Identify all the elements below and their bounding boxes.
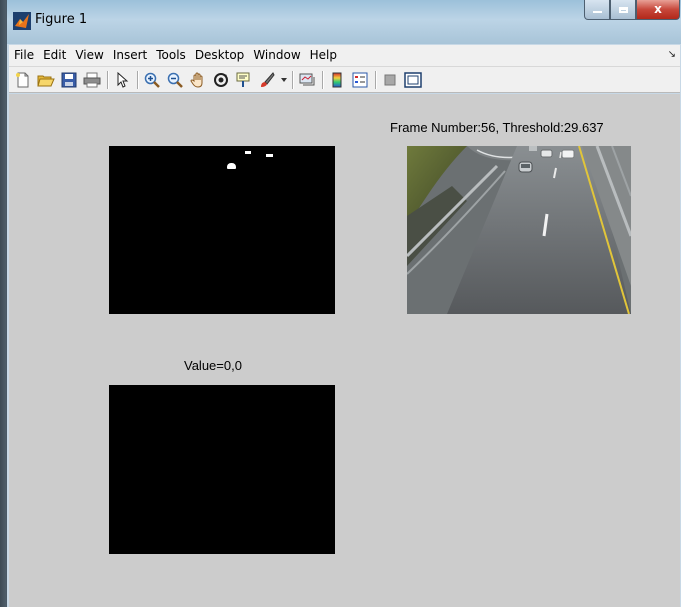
axes-frame-title: Frame Number:56, Threshold:29.637 bbox=[390, 120, 604, 135]
matlab-icon bbox=[13, 12, 31, 30]
minimize-icon bbox=[592, 11, 602, 13]
toolbar-separator bbox=[375, 70, 376, 89]
figure-canvas[interactable]: Frame Number:56, Threshold:29.637 Value=… bbox=[9, 94, 680, 607]
toolbar-separator bbox=[292, 70, 293, 89]
toolbar-separator bbox=[107, 70, 108, 89]
show-plot-tools-icon[interactable] bbox=[403, 70, 423, 90]
figure-window: Figure 1 x File Edit View Insert Tools D… bbox=[6, 0, 681, 607]
title-bar[interactable]: Figure 1 x bbox=[7, 0, 681, 44]
pan-hand-icon[interactable] bbox=[188, 70, 208, 90]
toolbar-separator bbox=[322, 70, 323, 89]
zoom-in-icon[interactable] bbox=[142, 70, 162, 90]
menu-window[interactable]: Window bbox=[249, 45, 304, 66]
dock-figure-icon[interactable]: ↘ bbox=[668, 49, 676, 60]
menu-bar: File Edit View Insert Tools Desktop Wind… bbox=[9, 45, 680, 67]
minimize-button[interactable] bbox=[584, 0, 610, 20]
foreground-blob bbox=[245, 151, 251, 154]
brush-icon[interactable] bbox=[257, 70, 277, 90]
legend-icon[interactable] bbox=[350, 70, 370, 90]
save-icon[interactable] bbox=[59, 70, 79, 90]
menu-edit[interactable]: Edit bbox=[39, 45, 70, 66]
toolbar-separator bbox=[137, 70, 138, 89]
menu-file[interactable]: File bbox=[10, 45, 38, 66]
axes-empty-frame[interactable] bbox=[109, 385, 335, 554]
axes-binary-mask[interactable] bbox=[109, 146, 335, 314]
open-file-icon[interactable] bbox=[36, 70, 56, 90]
data-cursor-icon[interactable] bbox=[234, 70, 254, 90]
zoom-out-icon[interactable] bbox=[165, 70, 185, 90]
foreground-blob bbox=[227, 163, 236, 169]
colorbar-icon[interactable] bbox=[327, 70, 347, 90]
maximize-button[interactable] bbox=[610, 0, 636, 20]
axes-video-frame[interactable] bbox=[407, 146, 631, 314]
menu-tools[interactable]: Tools bbox=[152, 45, 190, 66]
brush-dropdown-icon[interactable] bbox=[280, 70, 288, 90]
maximize-icon bbox=[618, 7, 628, 13]
hide-plot-tools-icon[interactable] bbox=[380, 70, 400, 90]
foreground-blob bbox=[266, 154, 273, 157]
menu-help[interactable]: Help bbox=[306, 45, 341, 66]
window-title: Figure 1 bbox=[35, 12, 88, 27]
link-plot-icon[interactable] bbox=[297, 70, 317, 90]
rotate-3d-icon[interactable] bbox=[211, 70, 231, 90]
menu-desktop[interactable]: Desktop bbox=[191, 45, 249, 66]
axes-value-title: Value=0,0 bbox=[184, 358, 242, 373]
highway-frame-image bbox=[407, 146, 631, 314]
menu-view[interactable]: View bbox=[71, 45, 107, 66]
close-button[interactable]: x bbox=[636, 0, 680, 20]
close-icon: x bbox=[654, 2, 662, 16]
figure-toolbar bbox=[9, 67, 680, 93]
new-figure-icon[interactable] bbox=[13, 70, 33, 90]
edit-plot-arrow-icon[interactable] bbox=[112, 70, 132, 90]
print-icon[interactable] bbox=[82, 70, 102, 90]
menu-insert[interactable]: Insert bbox=[109, 45, 151, 66]
